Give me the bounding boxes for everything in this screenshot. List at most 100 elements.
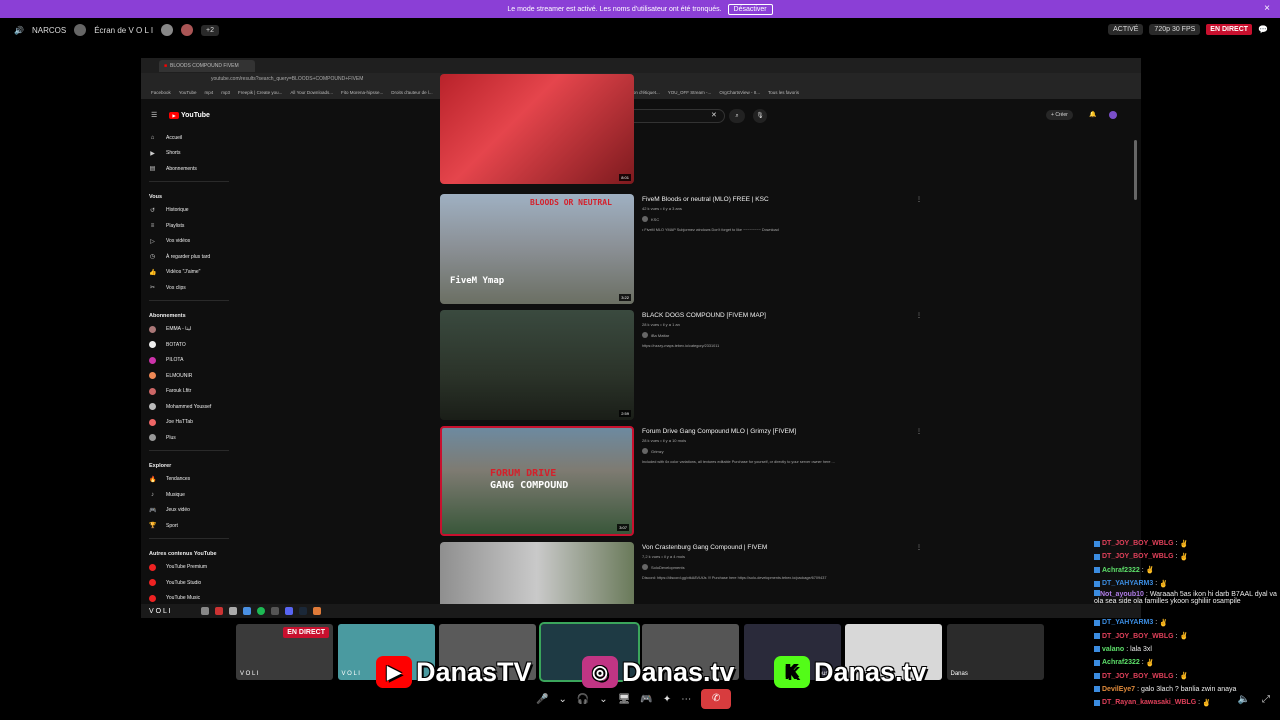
- chat-username[interactable]: Achraf2322: [1102, 567, 1140, 574]
- chat-username[interactable]: DT_JOY_BOY_WBLG: [1102, 673, 1174, 680]
- bookmark-item[interactable]: All Your Downloads...: [290, 90, 333, 95]
- sidebar-item[interactable]: Plus: [149, 430, 229, 446]
- channel-name[interactable]: SoloDevelopments: [651, 565, 685, 570]
- sidebar-item[interactable]: 🏆 Sport: [149, 518, 229, 534]
- sidebar-item[interactable]: BOTATO: [149, 337, 229, 353]
- app-icon[interactable]: [313, 607, 321, 615]
- chat-username[interactable]: DT_JOY_BOY_WBLG: [1102, 553, 1174, 560]
- video-thumbnail[interactable]: 8:01: [440, 74, 634, 184]
- participant-tile[interactable]: EN DIRECT V O L I: [236, 624, 333, 680]
- channel-row[interactable]: Grimzy: [642, 448, 992, 454]
- video-thumbnail[interactable]: BLOODS OR NEUTRAL FiveM Ymap 3:22: [440, 194, 634, 304]
- headset-icon[interactable]: 🎧: [577, 694, 589, 705]
- hang-up-button[interactable]: ✆: [701, 689, 732, 709]
- video-title[interactable]: BLACK DOGS COMPOUND [FIVEM MAP]: [642, 312, 992, 319]
- bell-icon[interactable]: 🔔: [1089, 111, 1096, 118]
- avatar[interactable]: [1109, 111, 1117, 119]
- participant-tile[interactable]: Danas: [946, 624, 1044, 680]
- screen-share-label[interactable]: Écran de V O L I: [94, 26, 153, 35]
- sidebar-item[interactable]: Joe HaTTab: [149, 415, 229, 431]
- sidebar-item[interactable]: 🔥 Tendances: [149, 472, 229, 488]
- app-icon[interactable]: [271, 607, 279, 615]
- channel-row[interactable]: iBa Mattar: [642, 332, 992, 338]
- video-thumbnail[interactable]: FORUM DRIVE GANG COMPOUND 3:07: [440, 426, 634, 536]
- sidebar-item[interactable]: ↺ Historique: [149, 203, 229, 219]
- sidebar-item[interactable]: ♪ Musique: [149, 487, 229, 503]
- chat-icon[interactable]: 💬: [1258, 25, 1268, 34]
- chat-username[interactable]: valano: [1102, 646, 1124, 653]
- sidebar-item[interactable]: PILOTA: [149, 353, 229, 369]
- sidebar-item[interactable]: Mohammed Youssef: [149, 399, 229, 415]
- bookmark-item[interactable]: Droits d'auteur de l...: [391, 90, 432, 95]
- sidebar-item[interactable]: ✂ Vos clips: [149, 280, 229, 296]
- close-icon[interactable]: ×: [1264, 3, 1270, 14]
- bookmark-item[interactable]: mp4: [204, 90, 213, 95]
- soundboard-icon[interactable]: ✦: [663, 694, 671, 705]
- sidebar-item[interactable]: ELMOUNIR: [149, 368, 229, 384]
- chrome-icon[interactable]: [243, 607, 251, 615]
- chat-username[interactable]: Achraf2322: [1102, 659, 1140, 666]
- screen-share-icon[interactable]: 🖥: [618, 694, 631, 705]
- chat-username[interactable]: DT_YAHYARM3: [1102, 619, 1153, 626]
- discord-icon[interactable]: [285, 607, 293, 615]
- video-result[interactable]: 8:01: [440, 74, 1000, 184]
- bookmark-item[interactable]: Fito Morena-hipsse...: [341, 90, 383, 95]
- channel-row[interactable]: KSC: [642, 216, 992, 222]
- app-icon[interactable]: [229, 607, 237, 615]
- more-icon[interactable]: ⋯: [681, 694, 691, 705]
- bookmark-item[interactable]: YouTube: [179, 90, 197, 95]
- chevron-down-icon[interactable]: ⌄: [558, 694, 566, 705]
- sidebar-item[interactable]: ⌂ Accueil: [149, 130, 229, 146]
- sidebar-item[interactable]: ≡ Playlists: [149, 218, 229, 234]
- sidebar-item[interactable]: ▶ Shorts: [149, 146, 229, 162]
- chevron-down-icon[interactable]: ⌄: [599, 694, 607, 705]
- more-vert-icon[interactable]: ⋮: [916, 428, 922, 435]
- chat-username[interactable]: Not_ayoub10: [1100, 591, 1144, 598]
- fullscreen-icon[interactable]: ⤢: [1262, 694, 1270, 705]
- video-title[interactable]: FiveM Bloods or neutral (MLO) FREE | KSC: [642, 196, 992, 203]
- chat-username[interactable]: DevilEye7: [1102, 686, 1135, 693]
- more-vert-icon[interactable]: ⋮: [916, 312, 922, 319]
- sidebar-item[interactable]: YouTube Premium: [149, 560, 229, 576]
- chat-username[interactable]: DT_JOY_BOY_WBLG: [1102, 633, 1174, 640]
- video-title[interactable]: Von Crastenburg Gang Compound | FIVEM: [642, 544, 992, 551]
- sidebar-item[interactable]: EMMA - لينا: [149, 322, 229, 338]
- sidebar-item[interactable]: YouTube Studio: [149, 575, 229, 591]
- section-heading[interactable]: Vous: [149, 186, 229, 203]
- mic-icon[interactable]: 🎤: [536, 694, 548, 705]
- disable-streamer-button[interactable]: Désactiver: [727, 3, 773, 15]
- youtube-logo[interactable]: ▶ YouTube: [169, 112, 210, 119]
- chat-username[interactable]: DT_JOY_BOY_WBLG: [1102, 540, 1174, 547]
- bookmark-item[interactable]: mp3: [221, 90, 230, 95]
- sidebar-item[interactable]: 👍 Vidéos "J'aime": [149, 265, 229, 281]
- volume-icon[interactable]: 🔈: [1238, 694, 1250, 705]
- server-name[interactable]: NARCOS: [32, 26, 66, 35]
- steam-icon[interactable]: [299, 607, 307, 615]
- chat-username[interactable]: DT_Rayan_kawasaki_WBLG: [1102, 699, 1196, 706]
- chat-username[interactable]: DT_YAHYARM3: [1102, 580, 1153, 587]
- activity-icon[interactable]: 🎮: [640, 694, 652, 705]
- channel-name[interactable]: KSC: [651, 217, 659, 222]
- sidebar-item[interactable]: ▤ Abonnements: [149, 161, 229, 177]
- sidebar-item[interactable]: ◷ À regarder plus tard: [149, 249, 229, 265]
- browser-tab[interactable]: ■ BLOODS COMPOUND FIVEM: [159, 59, 255, 72]
- app-icon[interactable]: [201, 607, 209, 615]
- video-title[interactable]: Forum Drive Gang Compound MLO | Grimzy […: [642, 428, 992, 435]
- spotify-icon[interactable]: [257, 607, 265, 615]
- video-result[interactable]: BLOODS OR NEUTRAL FiveM Ymap 3:22 FiveM Blo…: [440, 194, 1000, 304]
- sidebar-item[interactable]: 🎮 Jeux vidéo: [149, 503, 229, 519]
- bookmark-item[interactable]: Facebook: [151, 90, 171, 95]
- video-result[interactable]: 2:59 BLACK DOGS COMPOUND [FIVEM MAP] 28 k …: [440, 310, 1000, 420]
- app-icon[interactable]: [215, 607, 223, 615]
- bookmark-item[interactable]: Freepik | Create you...: [238, 90, 282, 95]
- scrollbar[interactable]: [1134, 140, 1137, 200]
- sidebar-item[interactable]: Farouk Lfitr: [149, 384, 229, 400]
- more-vert-icon[interactable]: ⋮: [916, 544, 922, 551]
- video-thumbnail[interactable]: 2:59: [440, 310, 634, 420]
- video-result[interactable]: FORUM DRIVE GANG COMPOUND 3:07 Forum Drive …: [440, 426, 1000, 536]
- menu-icon[interactable]: ☰: [151, 111, 157, 119]
- channel-row[interactable]: SoloDevelopments: [642, 564, 992, 570]
- channel-name[interactable]: iBa Mattar: [651, 333, 669, 338]
- channel-name[interactable]: Grimzy: [651, 449, 664, 454]
- more-vert-icon[interactable]: ⋮: [916, 196, 922, 203]
